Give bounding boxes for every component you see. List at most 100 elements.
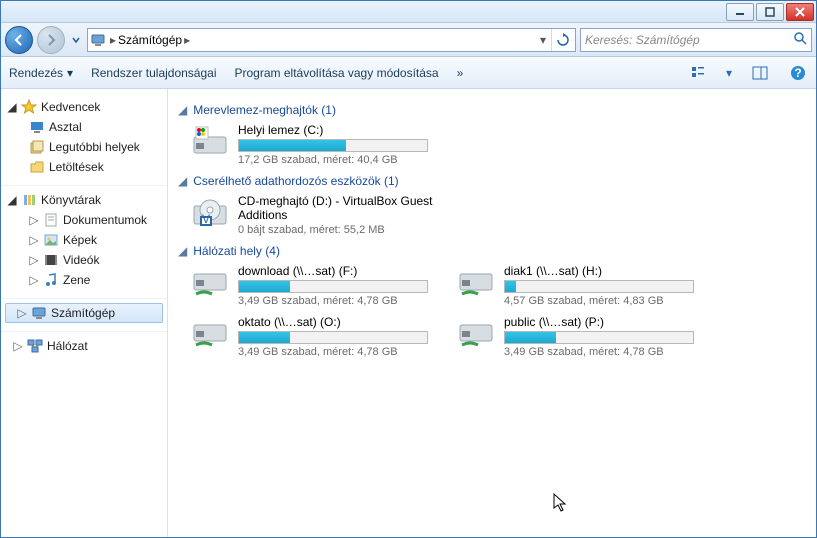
drive-item-c[interactable]: Helyi lemez (C:) 17,2 GB szabad, méret: … <box>190 121 440 168</box>
chevron-right-icon: ▸ <box>110 33 116 47</box>
drive-name: CD-meghajtó (D:) - VirtualBox Guest Addi… <box>238 194 440 222</box>
expand-icon: ▷ <box>29 213 39 227</box>
address-dropdown[interactable]: ▾ <box>535 33 551 47</box>
usage-fill <box>239 140 346 151</box>
system-properties-label: Rendszer tulajdonságai <box>91 66 216 80</box>
network-icon <box>27 338 43 354</box>
expand-icon: ▷ <box>17 306 27 320</box>
collapse-icon: ◢ <box>178 244 187 258</box>
sidebar-item-pictures[interactable]: ▷ Képek <box>1 230 167 250</box>
uninstall-label: Program eltávolítása vagy módosítása <box>235 66 439 80</box>
drive-name: Helyi lemez (C:) <box>238 123 440 137</box>
computer-icon <box>90 32 106 48</box>
svg-text:V: V <box>202 212 210 226</box>
collapse-icon: ◢ <box>7 100 17 114</box>
titlebar <box>1 1 816 23</box>
sidebar: ◢ Kedvencek Asztal Legutóbbi helyek Le <box>1 89 168 537</box>
organize-label: Rendezés <box>9 66 63 80</box>
drive-item-p[interactable]: public (\\…sat) (P:) 3,49 GB szabad, mér… <box>456 313 706 360</box>
usage-bar <box>238 331 428 344</box>
organize-menu[interactable]: Rendezés ▾ <box>9 66 73 80</box>
collapse-icon: ◢ <box>7 193 17 207</box>
system-properties-button[interactable]: Rendszer tulajdonságai <box>91 66 216 80</box>
svg-text:?: ? <box>794 66 801 80</box>
favorites-label: Kedvencek <box>41 100 100 114</box>
network-drive-icon <box>456 264 496 300</box>
expand-icon: ▷ <box>29 233 39 247</box>
sidebar-item-recent[interactable]: Legutóbbi helyek <box>1 137 167 157</box>
expand-icon: ▷ <box>29 253 39 267</box>
usage-fill <box>239 332 290 343</box>
drive-sub: 4,57 GB szabad, méret: 4,83 GB <box>504 295 706 307</box>
navbar: ▸ Számítógép ▸ ▾ Keresés: Számítógép <box>1 23 816 57</box>
content-area: ◢ Merevlemez-meghajtók (1) Helyi lemez (… <box>168 89 816 537</box>
preview-pane-button[interactable] <box>750 63 770 83</box>
group-label: Merevlemez-meghajtók (1) <box>193 103 336 117</box>
drive-sub: 0 bájt szabad, méret: 55,2 MB <box>238 224 440 236</box>
sidebar-item-label: Hálózat <box>47 339 88 353</box>
network-drive-icon <box>190 264 230 300</box>
toolbar-overflow[interactable]: » <box>457 66 464 80</box>
downloads-icon <box>29 159 45 175</box>
sidebar-item-label: Asztal <box>49 120 82 134</box>
group-header-hdd[interactable]: ◢ Merevlemez-meghajtók (1) <box>178 103 806 117</box>
sidebar-item-label: Videók <box>63 253 99 267</box>
sidebar-item-label: Zene <box>63 273 90 287</box>
minimize-button[interactable] <box>726 3 754 21</box>
usage-fill <box>239 281 290 292</box>
sidebar-item-music[interactable]: ▷ Zene <box>1 270 167 290</box>
sidebar-favorites-header[interactable]: ◢ Kedvencek <box>1 97 167 117</box>
sidebar-item-videos[interactable]: ▷ Videók <box>1 250 167 270</box>
sidebar-item-documents[interactable]: ▷ Dokumentumok <box>1 210 167 230</box>
group-header-network[interactable]: ◢ Hálózati hely (4) <box>178 244 806 258</box>
help-button[interactable]: ? <box>788 63 808 83</box>
nav-history-dropdown[interactable] <box>69 29 83 51</box>
drive-name: download (\\…sat) (F:) <box>238 264 440 278</box>
forward-button[interactable] <box>37 26 65 54</box>
uninstall-programs-button[interactable]: Program eltávolítása vagy módosítása <box>235 66 439 80</box>
explorer-window: ▸ Számítógép ▸ ▾ Keresés: Számítógép Ren… <box>0 0 817 538</box>
collapse-icon: ◢ <box>178 174 187 188</box>
group-label: Hálózati hely (4) <box>193 244 280 258</box>
chevron-down-icon[interactable]: ▾ <box>726 66 732 80</box>
group-header-removable[interactable]: ◢ Cserélhető adathordozós eszközök (1) <box>178 174 806 188</box>
sidebar-computer-group: ▷ Számítógép <box>1 299 167 332</box>
address-bar[interactable]: ▸ Számítógép ▸ ▾ <box>87 28 576 52</box>
drive-sub: 17,2 GB szabad, méret: 40,4 GB <box>238 154 440 166</box>
breadcrumb-segment[interactable]: ▸ Számítógép ▸ <box>106 29 194 51</box>
drive-sub: 3,49 GB szabad, méret: 4,78 GB <box>504 346 706 358</box>
usage-fill <box>505 281 516 292</box>
drive-name: oktato (\\…sat) (O:) <box>238 315 440 329</box>
drive-sub: 3,49 GB szabad, méret: 4,78 GB <box>238 346 440 358</box>
sidebar-item-computer[interactable]: ▷ Számítógép <box>5 303 163 323</box>
view-options-button[interactable] <box>688 63 708 83</box>
group-label: Cserélhető adathordozós eszközök (1) <box>193 174 398 188</box>
search-input[interactable]: Keresés: Számítógép <box>580 28 812 52</box>
music-icon <box>43 272 59 288</box>
drive-name: diak1 (\\…sat) (H:) <box>504 264 706 278</box>
star-icon <box>21 99 37 115</box>
drive-item-h[interactable]: diak1 (\\…sat) (H:) 4,57 GB szabad, mére… <box>456 262 706 309</box>
sidebar-libraries-header[interactable]: ◢ Könyvtárak <box>1 190 167 210</box>
libraries-icon <box>21 192 37 208</box>
drive-sub: 3,49 GB szabad, méret: 4,78 GB <box>238 295 440 307</box>
close-button[interactable] <box>786 3 814 21</box>
pictures-icon <box>43 232 59 248</box>
breadcrumb-label: Számítógép <box>118 33 182 47</box>
sidebar-item-desktop[interactable]: Asztal <box>1 117 167 137</box>
sidebar-item-label: Képek <box>63 233 97 247</box>
documents-icon <box>43 212 59 228</box>
drive-item-o[interactable]: oktato (\\…sat) (O:) 3,49 GB szabad, mér… <box>190 313 440 360</box>
refresh-button[interactable] <box>551 29 573 51</box>
maximize-button[interactable] <box>756 3 784 21</box>
recent-icon <box>29 139 45 155</box>
sidebar-item-downloads[interactable]: Letöltések <box>1 157 167 177</box>
back-button[interactable] <box>5 26 33 54</box>
search-icon <box>793 31 807 48</box>
toolbar: Rendezés ▾ Rendszer tulajdonságai Progra… <box>1 57 816 89</box>
sidebar-item-network[interactable]: ▷ Hálózat <box>1 336 167 356</box>
drive-item-f[interactable]: download (\\…sat) (F:) 3,49 GB szabad, m… <box>190 262 440 309</box>
overflow-label: » <box>457 66 464 80</box>
computer-icon <box>31 305 47 321</box>
drive-item-d[interactable]: V CD-meghajtó (D:) - VirtualBox Guest Ad… <box>190 192 440 238</box>
